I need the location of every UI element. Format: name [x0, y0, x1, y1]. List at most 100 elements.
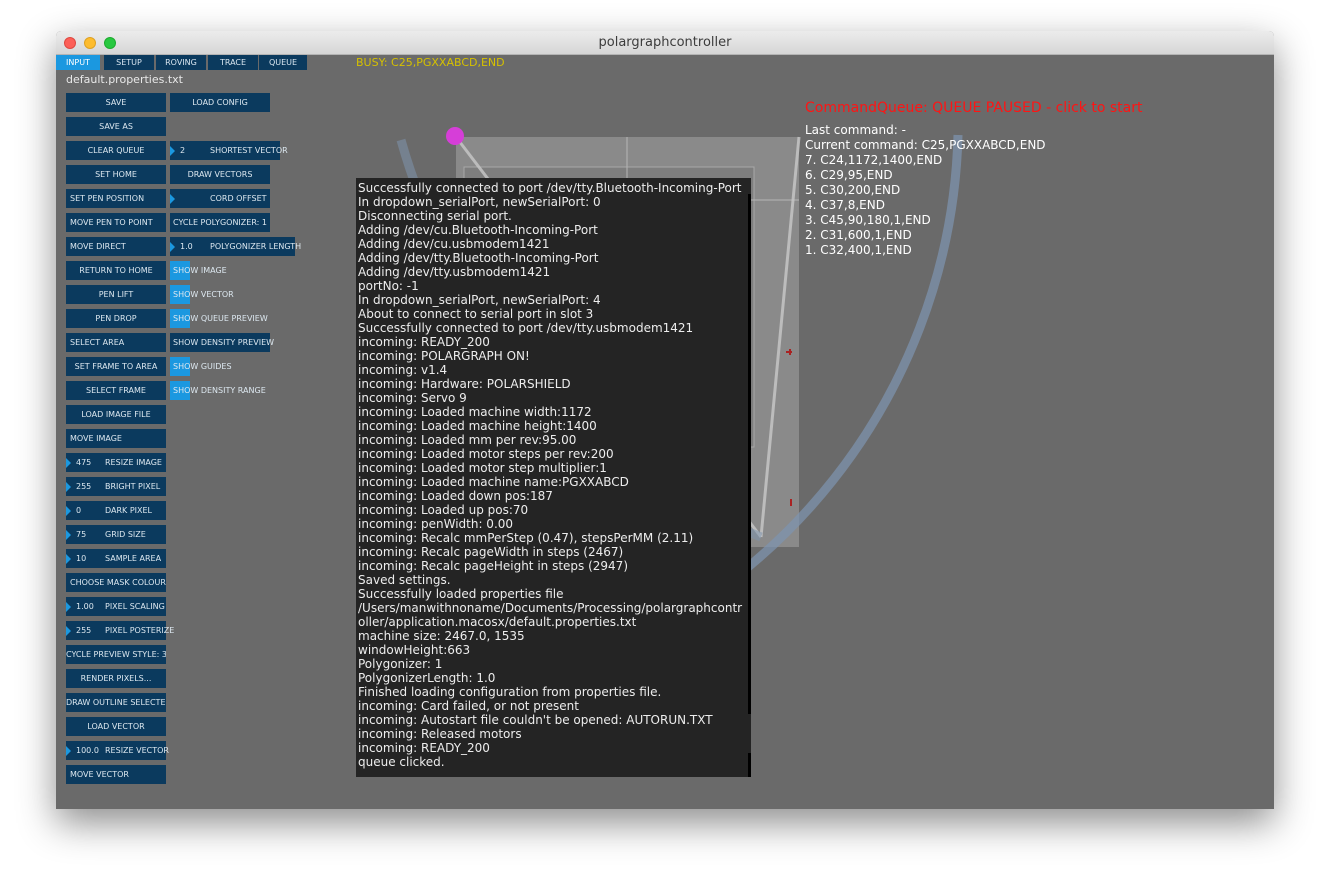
increment-arrow-icon — [66, 554, 71, 564]
set-frame-to-area-button[interactable]: SET FRAME TO AREA — [66, 357, 166, 376]
console-line: incoming: Loaded motor step multiplier:1 — [358, 461, 607, 475]
resize-vector-value: 100.0 — [76, 746, 99, 755]
console-line: Disconnecting serial port. — [358, 209, 512, 223]
render-pixels-button[interactable]: RENDER PIXELS... — [66, 669, 166, 688]
busy-status: BUSY: C25,PGXXABCD,END — [356, 56, 505, 69]
console-line: incoming: Recalc pageWidth in steps (246… — [358, 545, 624, 559]
command-queue-status[interactable]: CommandQueue: QUEUE PAUSED - click to st… — [805, 100, 1142, 116]
show-image-label: SHOW IMAGE — [173, 266, 227, 275]
set-home-button[interactable]: SET HOME — [66, 165, 166, 184]
save-button[interactable]: SAVE — [66, 93, 166, 112]
return-to-home-button[interactable]: RETURN TO HOME — [66, 261, 166, 280]
console-line: incoming: Card failed, or not present — [358, 699, 579, 713]
cycle-preview-style-button[interactable]: CYCLE PREVIEW STYLE: 3 — [66, 645, 166, 664]
console-line: incoming: v1.4 — [358, 363, 448, 377]
pixel-scaling-field[interactable]: 1.00 PIXEL SCALING — [66, 597, 166, 616]
pen-lift-button[interactable]: PEN LIFT — [66, 285, 166, 304]
set-pen-position-button[interactable]: SET PEN POSITION — [66, 189, 166, 208]
console-line: Adding /dev/tty.Bluetooth-Incoming-Port — [358, 251, 599, 265]
load-config-button[interactable]: LOAD CONFIG — [170, 93, 270, 112]
bright-pixel-field[interactable]: 255 BRIGHT PIXEL — [66, 477, 166, 496]
increment-arrow-icon — [66, 602, 71, 612]
last-command: Last command: - — [805, 123, 906, 137]
dark-pixel-field[interactable]: 0 DARK PIXEL — [66, 501, 166, 520]
queue-item: 1. C32,400,1,END — [805, 243, 912, 257]
density-marker — [789, 349, 791, 355]
pixel-posterize-field[interactable]: 255 PIXEL POSTERIZE — [66, 621, 174, 640]
select-area-button[interactable]: SELECT AREA — [66, 333, 166, 352]
increment-arrow-icon — [170, 242, 175, 252]
console-line: /Users/manwithnoname/Documents/Processin… — [358, 601, 743, 615]
console-line: Adding /dev/tty.usbmodem1421 — [358, 265, 551, 279]
console-line: incoming: READY_200 — [358, 741, 490, 755]
show-guides-label: SHOW GUIDES — [173, 362, 232, 371]
bright-pixel-value: 255 — [76, 482, 92, 491]
resize-image-label: RESIZE IMAGE — [105, 458, 162, 467]
polygonizer-length-field[interactable]: 1.0 POLYGONIZER LENGTH — [170, 237, 301, 256]
show-vector-label: SHOW VECTOR — [173, 290, 234, 299]
move-image-button[interactable]: MOVE IMAGE — [66, 429, 166, 448]
save-as-button[interactable]: SAVE AS — [66, 117, 166, 136]
move-direct-button[interactable]: MOVE DIRECT — [66, 237, 166, 256]
console-line: incoming: Loaded machine width:1172 — [358, 405, 592, 419]
console-line: Saved settings. — [358, 573, 451, 587]
console-line: incoming: Recalc mmPerStep (0.47), steps… — [358, 531, 694, 545]
increment-arrow-icon — [170, 194, 175, 204]
increment-arrow-icon — [66, 530, 71, 540]
shortest-vector-field[interactable]: 2 SHORTEST VECTOR — [170, 141, 288, 160]
main-canvas[interactable]: 9mm INPUT SETUP ROVING TRACE QUEUE BUSY:… — [56, 55, 1274, 809]
console-line: incoming: Autostart file couldn't be ope… — [358, 713, 713, 727]
increment-arrow-icon — [66, 626, 71, 636]
console-line: windowHeight:663 — [358, 643, 471, 657]
window-title: polargraphcontroller — [598, 35, 732, 50]
draw-outline-selected-button[interactable]: DRAW OUTLINE SELECTED — [66, 693, 166, 712]
console-line: Adding /dev/cu.usbmodem1421 — [358, 237, 550, 251]
sample-area-label: SAMPLE AREA — [105, 554, 162, 563]
console-log[interactable]: Successfully connected to port /dev/tty.… — [356, 178, 751, 777]
load-image-file-button[interactable]: LOAD IMAGE FILE — [66, 405, 166, 424]
cord-offset-field[interactable]: CORD OFFSET — [170, 189, 270, 208]
show-queue-preview-label: SHOW QUEUE PREVIEW — [173, 314, 268, 323]
title-bar: polargraphcontroller — [56, 31, 1274, 55]
pixel-posterize-value: 255 — [76, 626, 92, 635]
current-command: Current command: C25,PGXXABCD,END — [805, 138, 1046, 152]
console-line: incoming: Released motors — [358, 727, 522, 741]
load-vector-button[interactable]: LOAD VECTOR — [66, 717, 166, 736]
density-marker — [790, 499, 792, 506]
tab-input[interactable]: INPUT — [56, 55, 100, 70]
tab-trace[interactable]: TRACE — [208, 55, 258, 70]
console-line: incoming: penWidth: 0.00 — [358, 517, 514, 531]
pen-drop-button[interactable]: PEN DROP — [66, 309, 166, 328]
sample-area-field[interactable]: 10 SAMPLE AREA — [66, 549, 166, 568]
console-line: Finished loading configuration from prop… — [358, 685, 662, 699]
tab-roving[interactable]: ROVING — [156, 55, 206, 70]
queue-item: 5. C30,200,END — [805, 183, 901, 197]
resize-image-field[interactable]: 475 RESIZE IMAGE — [66, 453, 166, 472]
tab-queue[interactable]: QUEUE — [259, 55, 307, 70]
pen-position-marker[interactable] — [446, 127, 464, 145]
move-vector-button[interactable]: MOVE VECTOR — [66, 765, 166, 784]
dark-pixel-label: DARK PIXEL — [105, 506, 153, 515]
resize-vector-label: RESIZE VECTOR — [105, 746, 169, 755]
resize-image-value: 475 — [76, 458, 92, 467]
console-line: incoming: Hardware: POLARSHIELD — [358, 377, 571, 391]
cycle-polygonizer-button[interactable]: CYCLE POLYGONIZER: 1 — [170, 213, 270, 232]
resize-vector-field[interactable]: 100.0 RESIZE VECTOR — [66, 741, 169, 760]
console-line: incoming: Loaded machine height:1400 — [358, 419, 597, 433]
choose-mask-colour-button[interactable]: CHOOSE MASK COLOUR — [66, 573, 166, 592]
select-frame-button[interactable]: SELECT FRAME — [66, 381, 166, 400]
pixel-scaling-value: 1.00 — [76, 602, 94, 611]
increment-arrow-icon — [66, 506, 71, 516]
console-scrollbar-thumb[interactable] — [748, 753, 751, 777]
console-line: In dropdown_serialPort, newSerialPort: 4 — [358, 293, 601, 307]
queue-item: 7. C24,1172,1400,END — [805, 153, 943, 167]
draw-vectors-button[interactable]: DRAW VECTORS — [170, 165, 270, 184]
grid-size-field[interactable]: 75 GRID SIZE — [66, 525, 166, 544]
tab-setup[interactable]: SETUP — [104, 55, 154, 70]
increment-arrow-icon — [66, 746, 71, 756]
console-line: Adding /dev/cu.Bluetooth-Incoming-Port — [358, 223, 598, 237]
clear-queue-button[interactable]: CLEAR QUEUE — [66, 141, 166, 160]
increment-arrow-icon — [66, 458, 71, 468]
console-scrollbar[interactable] — [748, 194, 751, 714]
move-pen-to-point-button[interactable]: MOVE PEN TO POINT — [66, 213, 166, 232]
